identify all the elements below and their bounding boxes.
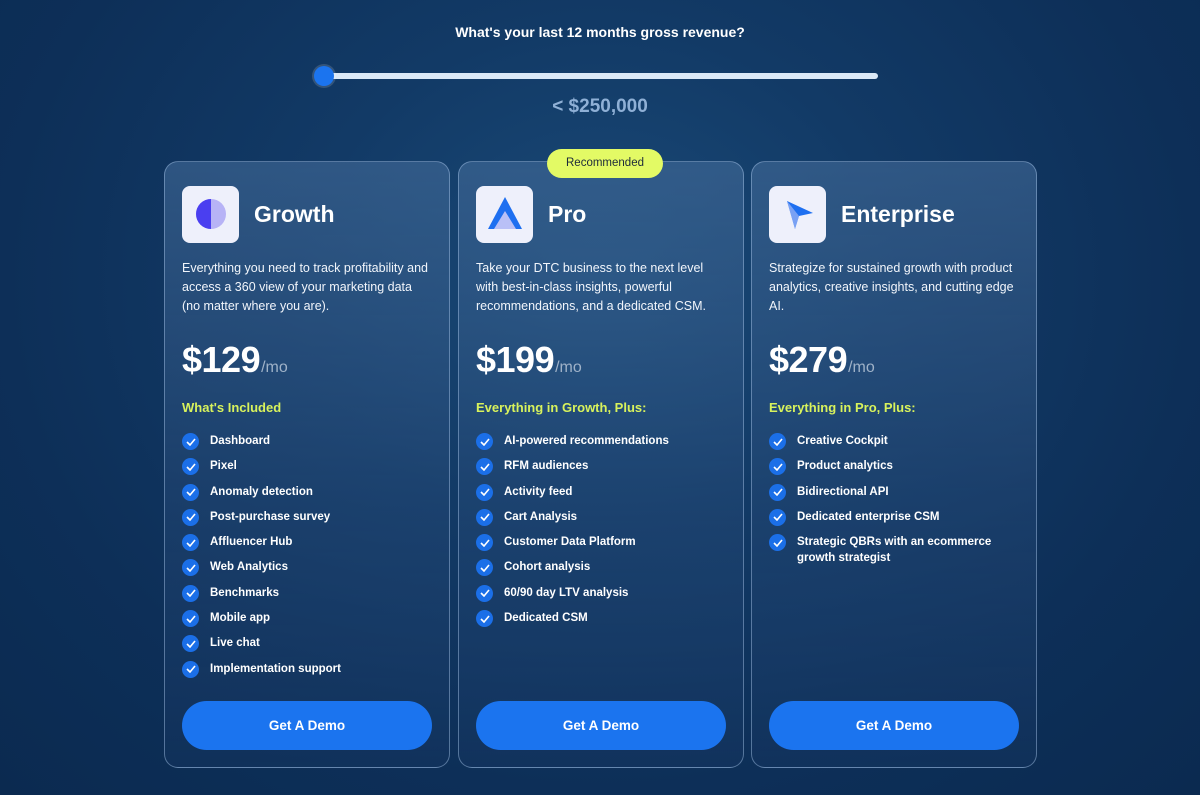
plan-description: Take your DTC business to the next level… bbox=[476, 261, 706, 313]
check-icon bbox=[182, 610, 199, 628]
revenue-value: < $250,000 bbox=[552, 96, 648, 117]
included-heading: Everything in Growth, Plus: bbox=[476, 400, 647, 415]
feature-item: Dashboard bbox=[182, 433, 432, 458]
plan-card-enterprise: Enterprise Strategize for sustained grow… bbox=[751, 161, 1037, 768]
price-period: /mo bbox=[555, 359, 582, 376]
plan-description: Strategize for sustained growth with pro… bbox=[769, 261, 1014, 313]
get-demo-button-enterprise[interactable]: Get A Demo bbox=[769, 701, 1019, 750]
arrow-cursor-icon bbox=[769, 185, 826, 243]
feature-item: Activity feed bbox=[476, 483, 726, 509]
plan-card-growth: Growth Everything you need to track prof… bbox=[164, 161, 450, 768]
check-icon bbox=[182, 483, 199, 501]
plan-name: Growth bbox=[254, 200, 335, 227]
feature-item: RFM audiences bbox=[476, 458, 726, 483]
half-circle-icon bbox=[182, 185, 239, 243]
included-heading: Everything in Pro, Plus: bbox=[769, 400, 916, 415]
feature-item: Implementation support bbox=[182, 660, 432, 686]
feature-list: AI-powered recommendations RFM audiences… bbox=[476, 433, 726, 635]
feature-item: Post-purchase survey bbox=[182, 508, 432, 534]
revenue-question: What's your last 12 months gross revenue… bbox=[455, 24, 745, 40]
slider-thumb[interactable] bbox=[314, 66, 334, 86]
check-icon bbox=[769, 508, 786, 526]
slider-track[interactable] bbox=[320, 73, 878, 79]
revenue-slider[interactable] bbox=[314, 66, 878, 86]
check-icon bbox=[476, 433, 493, 450]
check-icon bbox=[476, 610, 493, 628]
check-icon bbox=[182, 660, 199, 678]
feature-item: Strategic QBRs with an ecommerce growth … bbox=[769, 534, 1019, 566]
feature-item: 60/90 day LTV analysis bbox=[476, 584, 726, 610]
plan-price: $199 bbox=[476, 339, 555, 380]
price-period: /mo bbox=[261, 359, 288, 376]
check-icon bbox=[182, 635, 199, 653]
check-icon bbox=[769, 483, 786, 501]
feature-item: Cohort analysis bbox=[476, 559, 726, 584]
feature-list: Creative Cockpit Product analytics Bidir… bbox=[769, 433, 1019, 566]
check-icon bbox=[476, 534, 493, 552]
feature-item: Dedicated CSM bbox=[476, 610, 726, 635]
check-icon bbox=[182, 458, 199, 476]
get-demo-button-pro[interactable]: Get A Demo bbox=[476, 701, 726, 750]
feature-item: Creative Cockpit bbox=[769, 433, 1019, 458]
check-icon bbox=[769, 433, 786, 450]
check-icon bbox=[769, 534, 786, 552]
plan-price: $129 bbox=[182, 339, 261, 380]
plan-name: Enterprise bbox=[841, 200, 955, 227]
feature-item: Product analytics bbox=[769, 458, 1019, 483]
included-heading: What's Included bbox=[182, 400, 282, 415]
price-period: /mo bbox=[848, 359, 875, 376]
triangle-icon bbox=[476, 185, 533, 243]
feature-item: Bidirectional API bbox=[769, 483, 1019, 509]
feature-item: Anomaly detection bbox=[182, 483, 432, 509]
feature-item: Cart Analysis bbox=[476, 508, 726, 534]
feature-item: Live chat bbox=[182, 635, 432, 660]
feature-item: Customer Data Platform bbox=[476, 534, 726, 559]
feature-item: AI-powered recommendations bbox=[476, 433, 726, 458]
recommended-badge: Recommended bbox=[547, 149, 663, 178]
check-icon bbox=[476, 458, 493, 476]
feature-item: Affluencer Hub bbox=[182, 534, 432, 559]
check-icon bbox=[476, 483, 493, 501]
plan-name: Pro bbox=[548, 200, 587, 227]
check-icon bbox=[476, 559, 493, 577]
plan-description: Everything you need to track profitabili… bbox=[182, 261, 428, 313]
feature-item: Web Analytics bbox=[182, 559, 432, 584]
check-icon bbox=[182, 508, 199, 526]
feature-list: Dashboard Pixel Anomaly detection Post-p… bbox=[182, 433, 432, 686]
plan-card-pro: Pro Take your DTC business to the next l… bbox=[458, 161, 744, 768]
check-icon bbox=[182, 584, 199, 602]
check-icon bbox=[769, 458, 786, 476]
get-demo-button-growth[interactable]: Get A Demo bbox=[182, 701, 432, 750]
check-icon bbox=[182, 559, 199, 577]
check-icon bbox=[182, 433, 199, 450]
check-icon bbox=[476, 584, 493, 602]
check-icon bbox=[182, 534, 199, 552]
check-icon bbox=[476, 508, 493, 526]
feature-item: Benchmarks bbox=[182, 584, 432, 610]
feature-item: Dedicated enterprise CSM bbox=[769, 508, 1019, 534]
plan-price: $279 bbox=[769, 339, 848, 380]
feature-item: Mobile app bbox=[182, 610, 432, 635]
feature-item: Pixel bbox=[182, 458, 432, 483]
